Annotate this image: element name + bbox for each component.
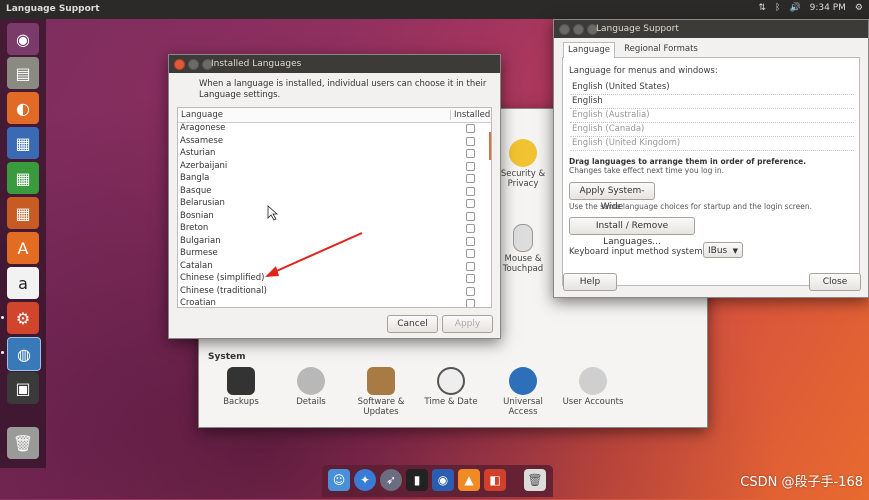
menu-language-row[interactable]: English (Canada) bbox=[570, 123, 854, 137]
menu-language-row[interactable]: English bbox=[570, 95, 854, 109]
tab-language[interactable]: Language bbox=[563, 42, 615, 58]
red-arrow-line bbox=[271, 232, 363, 274]
safari-icon[interactable]: ✦ bbox=[354, 469, 376, 491]
media-icon[interactable]: ◉ bbox=[432, 469, 454, 491]
app-icon[interactable]: ◧ bbox=[484, 469, 506, 491]
help-button[interactable]: Help bbox=[563, 273, 617, 291]
menus-label: Language for menus and windows: bbox=[569, 66, 718, 76]
drag-sub: Changes take effect next time you log in… bbox=[569, 166, 724, 175]
window-title: Language Support bbox=[596, 24, 679, 34]
keyboard-select[interactable]: IBus ▼ bbox=[703, 242, 743, 258]
keyboard-label: Keyboard input method system: bbox=[569, 247, 706, 257]
watermark: CSDN @段子手-168 bbox=[740, 475, 863, 490]
menu-language-row[interactable]: English (Australia) bbox=[570, 109, 854, 123]
tab-regional-formats[interactable]: Regional Formats bbox=[619, 42, 703, 57]
menu-language-row[interactable]: English (United States) bbox=[570, 81, 854, 95]
dock: ☺ ✦ ➶ ▮ ◉ ▲ ◧ 🗑 bbox=[322, 465, 553, 497]
trash-icon[interactable]: 🗑 bbox=[524, 469, 546, 491]
chevron-down-icon: ▼ bbox=[732, 247, 738, 255]
keyboard-select-value: IBus bbox=[708, 246, 728, 256]
terminal-icon[interactable]: ▮ bbox=[406, 469, 428, 491]
titlebar: Language Support bbox=[554, 20, 868, 38]
drag-hint: Drag languages to arrange them in order … bbox=[569, 157, 807, 166]
menu-language-row[interactable]: English (United Kingdom) bbox=[570, 137, 854, 151]
vlc-icon[interactable]: ▲ bbox=[458, 469, 480, 491]
language-support-window: Language Support Language Regional Forma… bbox=[553, 19, 869, 298]
menu-language-list[interactable]: English (United States) English English (A… bbox=[570, 81, 854, 151]
install-remove-button[interactable]: Install / Remove Languages... bbox=[569, 217, 695, 247]
same-choices-note: Use the same language choices for startu… bbox=[569, 202, 812, 211]
close-button[interactable]: Close bbox=[809, 273, 861, 291]
finder-icon[interactable]: ☺ bbox=[328, 469, 350, 491]
mouse-cursor-icon bbox=[267, 205, 279, 221]
minimize-icon[interactable] bbox=[573, 24, 584, 35]
rocket-icon[interactable]: ➶ bbox=[380, 469, 402, 491]
red-arrow-head bbox=[265, 266, 279, 277]
close-icon[interactable] bbox=[559, 24, 570, 35]
apply-system-wide-button[interactable]: Apply System-Wide bbox=[569, 182, 655, 212]
